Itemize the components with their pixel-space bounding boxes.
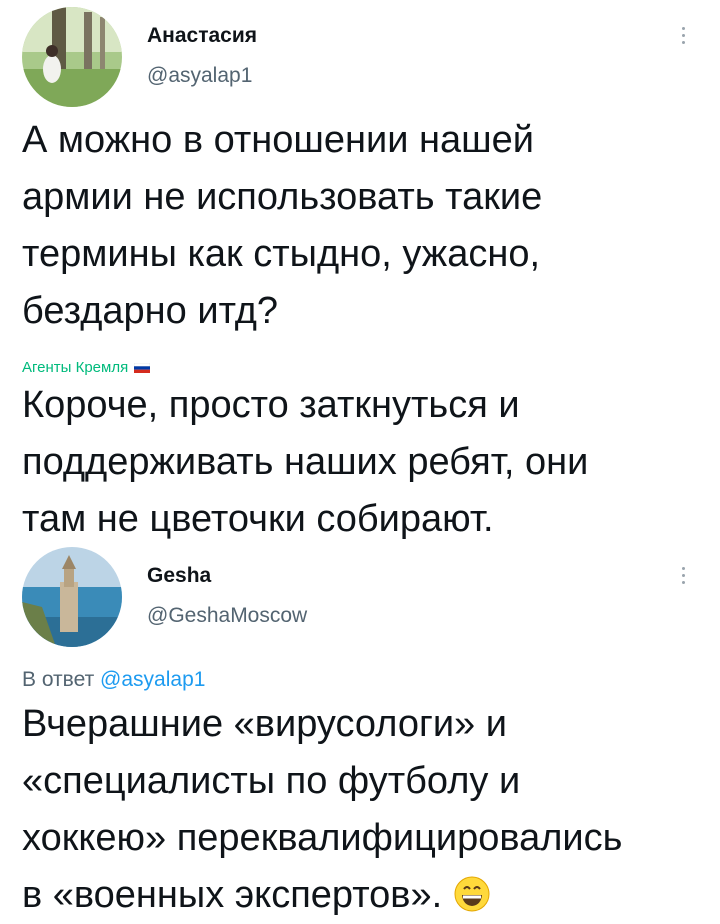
reply-prefix: В ответ: [22, 668, 95, 691]
more-vertical-icon[interactable]: [680, 27, 686, 44]
quoted-text: Короче, просто заткнуться и поддерживать…: [22, 384, 589, 540]
tweet-text: А можно в отношении нашей армии не испол…: [22, 119, 543, 332]
reply-context: В ответ @asyalap1: [22, 668, 205, 692]
tweet-gesha: Gesha @GeshaMoscow В ответ @asyalap1 Вче…: [0, 540, 720, 916]
user-handle[interactable]: @asyalap1: [147, 64, 252, 88]
avatar-photo-icon: [22, 547, 122, 647]
quote-source-label: Агенты Кремля: [22, 359, 129, 376]
display-name[interactable]: Gesha: [147, 564, 211, 588]
user-handle[interactable]: @GeshaMoscow: [147, 604, 307, 628]
avatar[interactable]: [22, 7, 122, 107]
tweet-text-body: Вчерашние «вирусологи» и «специалисты по…: [22, 703, 623, 916]
tweet-anastasia: Анастасия @asyalap1 А можно в отношении …: [0, 0, 720, 340]
quoted-block: Агенты Кремля Короче, просто заткнуться …: [0, 355, 720, 540]
russia-flag-icon: [134, 362, 151, 373]
avatar-photo-icon: [22, 7, 122, 107]
more-vertical-icon[interactable]: [680, 567, 686, 584]
avatar[interactable]: [22, 547, 122, 647]
tweet-text: Вчерашние «вирусологи» и «специалисты по…: [22, 696, 622, 924]
display-name[interactable]: Анастасия: [147, 24, 257, 48]
grinning-face-icon: [454, 876, 490, 912]
reply-to-link[interactable]: @asyalap1: [100, 668, 205, 691]
quote-source[interactable]: Агенты Кремля: [22, 359, 151, 376]
